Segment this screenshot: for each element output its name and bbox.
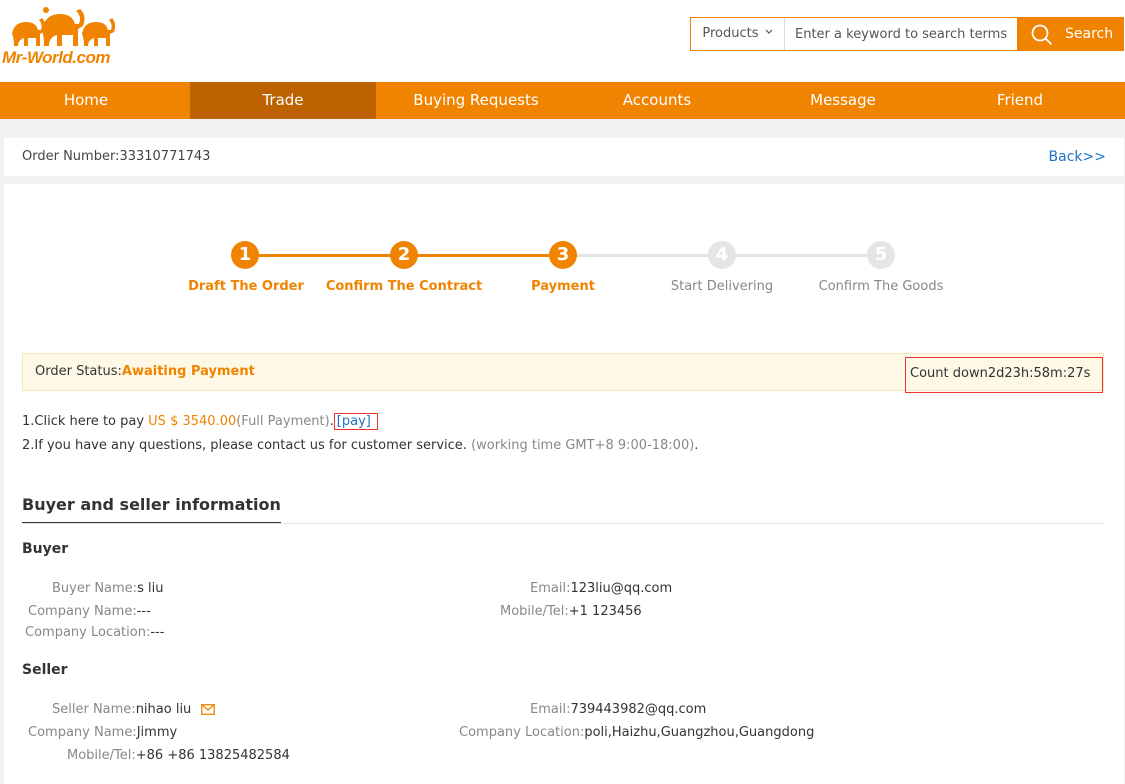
order-status: Order Status:Awaiting Payment bbox=[35, 354, 255, 390]
seller-company-value: Jimmy bbox=[136, 725, 178, 740]
seller-company-label: Company Name: bbox=[28, 725, 137, 740]
main-nav: Home Trade Buying Requests Accounts Mess… bbox=[0, 82, 1125, 119]
step-2-label: Confirm The Contract bbox=[325, 279, 483, 294]
buyer-location-label: Company Location: bbox=[25, 625, 151, 640]
nav-trade[interactable]: Trade bbox=[190, 82, 376, 119]
search-category-dropdown[interactable]: Products bbox=[691, 18, 785, 50]
search-bar: Products Search bbox=[690, 17, 1124, 51]
buyer-email-value: 123liu@qq.com bbox=[570, 581, 673, 596]
nav-message[interactable]: Message bbox=[748, 82, 938, 119]
order-number-label: Order Number: bbox=[22, 149, 120, 164]
step-3-label: Payment bbox=[531, 279, 595, 294]
step-4-label: Start Delivering bbox=[670, 279, 774, 294]
nav-friend[interactable]: Friend bbox=[938, 82, 1102, 119]
payment-countdown: Count down2d23h:58m:27s bbox=[905, 357, 1103, 393]
step-4-circle: 4 bbox=[708, 241, 736, 269]
elephant-logo-icon bbox=[12, 7, 116, 46]
seller-mobile: Mobile/Tel:+86 +86 13825482584 bbox=[67, 748, 290, 763]
step-5-circle: 5 bbox=[867, 241, 895, 269]
contact-instruction: 2.If you have any questions, please cont… bbox=[22, 438, 698, 453]
step-5-label: Confirm The Goods bbox=[818, 279, 944, 294]
section-divider bbox=[22, 523, 1104, 524]
seller-company: Company Name:Jimmy bbox=[28, 725, 177, 740]
pay-amount: US $ 3540.00 bbox=[148, 414, 237, 429]
order-status-value: Awaiting Payment bbox=[121, 364, 255, 379]
buyer-mobile-value: +1 123456 bbox=[568, 604, 642, 619]
section-title: Buyer and seller information bbox=[22, 495, 281, 524]
order-number-value: 33310771743 bbox=[119, 149, 211, 164]
step-3-circle: 3 bbox=[549, 241, 577, 269]
nav-accounts[interactable]: Accounts bbox=[576, 82, 738, 119]
nav-buying-requests[interactable]: Buying Requests bbox=[376, 82, 576, 119]
payment-type: (Full Payment) bbox=[236, 414, 330, 429]
order-status-bar: Order Status:Awaiting Payment Count down… bbox=[22, 353, 1104, 393]
seller-name-label: Seller Name: bbox=[52, 702, 136, 717]
buyer-company-value: --- bbox=[136, 604, 151, 619]
search-category-label: Products bbox=[702, 26, 759, 41]
search-button-label: Search bbox=[1065, 26, 1114, 42]
search-input[interactable] bbox=[787, 18, 1017, 50]
seller-email: Email:739443982@qq.com bbox=[530, 702, 706, 717]
chevron-down-icon bbox=[765, 29, 773, 34]
order-number-bar: Order Number:33310771743 Back>> bbox=[4, 138, 1124, 176]
pay-instruction-prefix: 1.Click here to pay bbox=[22, 414, 149, 429]
seller-mobile-label: Mobile/Tel: bbox=[67, 748, 136, 763]
buyer-heading: Buyer bbox=[22, 541, 69, 557]
seller-location-value: poli,Haizhu,Guangzhou,Guangdong bbox=[584, 725, 815, 740]
seller-name-value: nihao liu bbox=[135, 702, 192, 717]
buyer-company-label: Company Name: bbox=[28, 604, 137, 619]
search-icon bbox=[1031, 24, 1053, 46]
buyer-company: Company Name:--- bbox=[28, 604, 151, 619]
step-1-circle: 1 bbox=[231, 241, 259, 269]
pay-instruction: 1.Click here to pay US $ 3540.00(Full Pa… bbox=[22, 413, 378, 430]
seller-heading: Seller bbox=[22, 662, 68, 678]
seller-email-label: Email: bbox=[530, 702, 571, 717]
buyer-mobile-label: Mobile/Tel: bbox=[500, 604, 569, 619]
seller-name: Seller Name:nihao liu bbox=[52, 702, 216, 717]
buyer-location-value: --- bbox=[150, 625, 165, 640]
seller-mobile-value: +86 +86 13825482584 bbox=[135, 748, 290, 763]
seller-location: Company Location:poli,Haizhu,Guangzhou,G… bbox=[459, 725, 814, 740]
buyer-name: Buyer Name:s liu bbox=[52, 581, 163, 596]
buyer-email: Email:123liu@qq.com bbox=[530, 581, 672, 596]
nav-home[interactable]: Home bbox=[0, 82, 172, 119]
mail-icon[interactable] bbox=[201, 704, 216, 715]
buyer-mobile: Mobile/Tel:+1 123456 bbox=[500, 604, 642, 619]
countdown-label: Count down bbox=[910, 366, 988, 381]
order-progress-steps: 1 Draft The Order 2 Confirm The Contract… bbox=[4, 184, 1124, 314]
buyer-location: Company Location:--- bbox=[25, 625, 164, 640]
contact-instruction-text: 2.If you have any questions, please cont… bbox=[22, 438, 472, 453]
order-number: Order Number:33310771743 bbox=[22, 138, 210, 176]
step-1-label: Draft The Order bbox=[188, 279, 304, 294]
search-button[interactable]: Search bbox=[1017, 17, 1124, 51]
buyer-name-value: s liu bbox=[137, 581, 164, 596]
buyer-email-label: Email: bbox=[530, 581, 571, 596]
countdown-value: 2d23h:58m:27s bbox=[987, 366, 1091, 381]
step-2-circle: 2 bbox=[390, 241, 418, 269]
site-header: Mr-World.com Products Search bbox=[0, 0, 1125, 82]
order-status-label: Order Status: bbox=[35, 364, 122, 379]
back-link[interactable]: Back>> bbox=[1049, 138, 1106, 176]
pay-link[interactable]: [pay] bbox=[333, 413, 378, 430]
working-time: (working time GMT+8 9:00-18:00) bbox=[471, 438, 695, 453]
order-detail-panel: 1 Draft The Order 2 Confirm The Contract… bbox=[4, 184, 1124, 784]
seller-location-label: Company Location: bbox=[459, 725, 585, 740]
seller-email-value: 739443982@qq.com bbox=[570, 702, 707, 717]
site-logo[interactable]: Mr-World.com bbox=[2, 4, 120, 67]
buyer-name-label: Buyer Name: bbox=[52, 581, 138, 596]
contact-instruction-end: . bbox=[694, 438, 699, 453]
logo-text: Mr-World.com bbox=[2, 48, 110, 67]
